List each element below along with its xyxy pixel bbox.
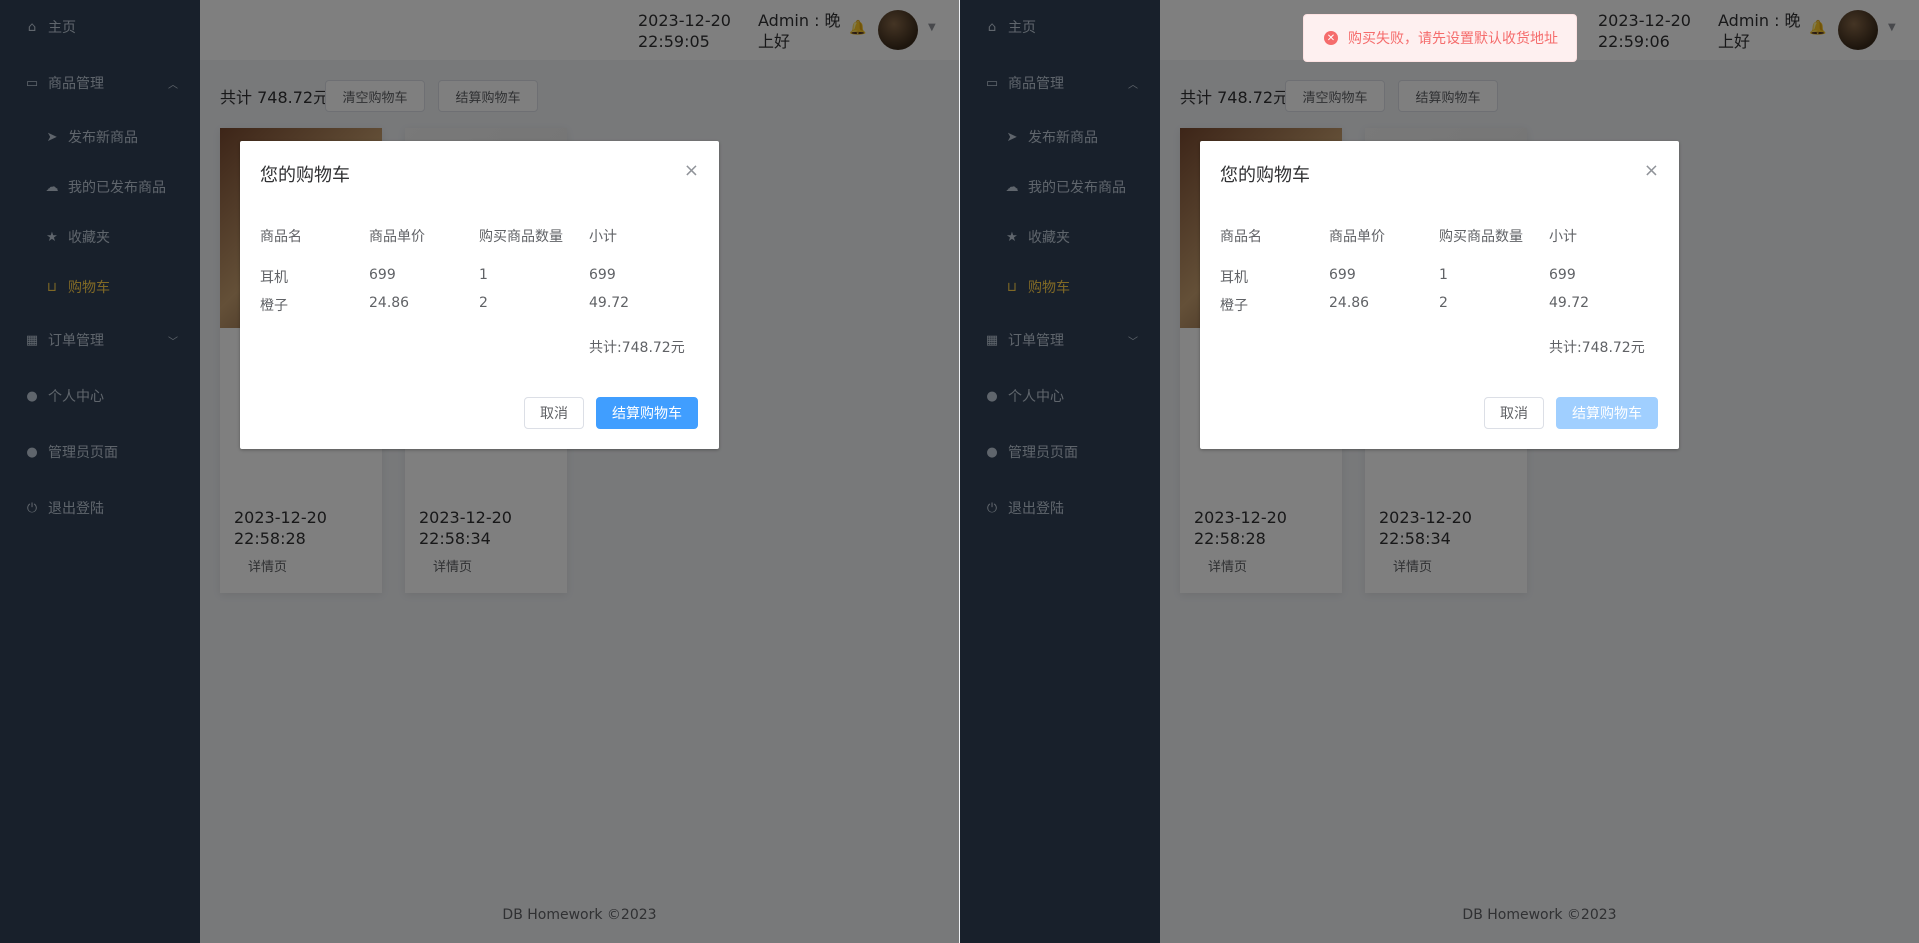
cell-name: 橙子 xyxy=(1220,298,1248,314)
column-header: 商品单价 xyxy=(1329,229,1385,245)
dialog-title: 您的购物车 xyxy=(260,165,350,186)
cell-subtotal: 49.72 xyxy=(1549,295,1590,311)
column-header: 商品名 xyxy=(260,229,302,245)
dialog-title: 您的购物车 xyxy=(1220,165,1310,186)
cell-price: 24.86 xyxy=(369,295,410,311)
column-header: 商品名 xyxy=(1220,229,1262,245)
cell-qty: 2 xyxy=(1439,295,1448,311)
column-header: 购买商品数量 xyxy=(1439,229,1523,245)
error-toast: ✕ 购买失败，请先设置默认收货地址 xyxy=(1303,14,1577,62)
dialog-sum: 共计:748.72元 xyxy=(589,340,685,356)
cell-subtotal: 49.72 xyxy=(589,295,630,311)
confirm-checkout-button[interactable]: 结算购物车 xyxy=(1556,397,1658,429)
confirm-checkout-button[interactable]: 结算购物车 xyxy=(596,397,698,429)
cancel-button[interactable]: 取消 xyxy=(1484,397,1544,429)
toast-message: 购买失败，请先设置默认收货地址 xyxy=(1348,31,1558,47)
column-header: 小计 xyxy=(1549,229,1577,245)
cell-price: 699 xyxy=(1329,267,1356,283)
cell-qty: 1 xyxy=(1439,267,1448,283)
cell-price: 24.86 xyxy=(1329,295,1370,311)
cancel-button[interactable]: 取消 xyxy=(524,397,584,429)
dialog-sum: 共计:748.72元 xyxy=(1549,340,1645,356)
right-screenshot: ⌂主页 ▭商品管理︿ ➤发布新商品 ☁我的已发布商品 ★收藏夹 ⊔购物车 ▦订单… xyxy=(960,0,1919,943)
left-screenshot: ⌂主页 ▭商品管理︿ ➤发布新商品 ☁我的已发布商品 ★收藏夹 ⊔购物车 ▦订单… xyxy=(0,0,959,943)
cell-qty: 1 xyxy=(479,267,488,283)
cart-dialog: 您的购物车 × 商品名 商品单价 购买商品数量 小计 耳机 699 1 699 … xyxy=(1200,141,1679,449)
error-icon: ✕ xyxy=(1324,31,1338,45)
cell-name: 耳机 xyxy=(260,270,288,286)
column-header: 商品单价 xyxy=(369,229,425,245)
cell-subtotal: 699 xyxy=(1549,267,1576,283)
column-header: 购买商品数量 xyxy=(479,229,563,245)
cell-price: 699 xyxy=(369,267,396,283)
close-icon[interactable]: × xyxy=(684,160,699,181)
column-header: 小计 xyxy=(589,229,617,245)
cell-name: 橙子 xyxy=(260,298,288,314)
cell-subtotal: 699 xyxy=(589,267,616,283)
close-icon[interactable]: × xyxy=(1644,160,1659,181)
cell-name: 耳机 xyxy=(1220,270,1248,286)
cell-qty: 2 xyxy=(479,295,488,311)
cart-dialog: 您的购物车 × 商品名 商品单价 购买商品数量 小计 耳机 699 1 699 … xyxy=(240,141,719,449)
